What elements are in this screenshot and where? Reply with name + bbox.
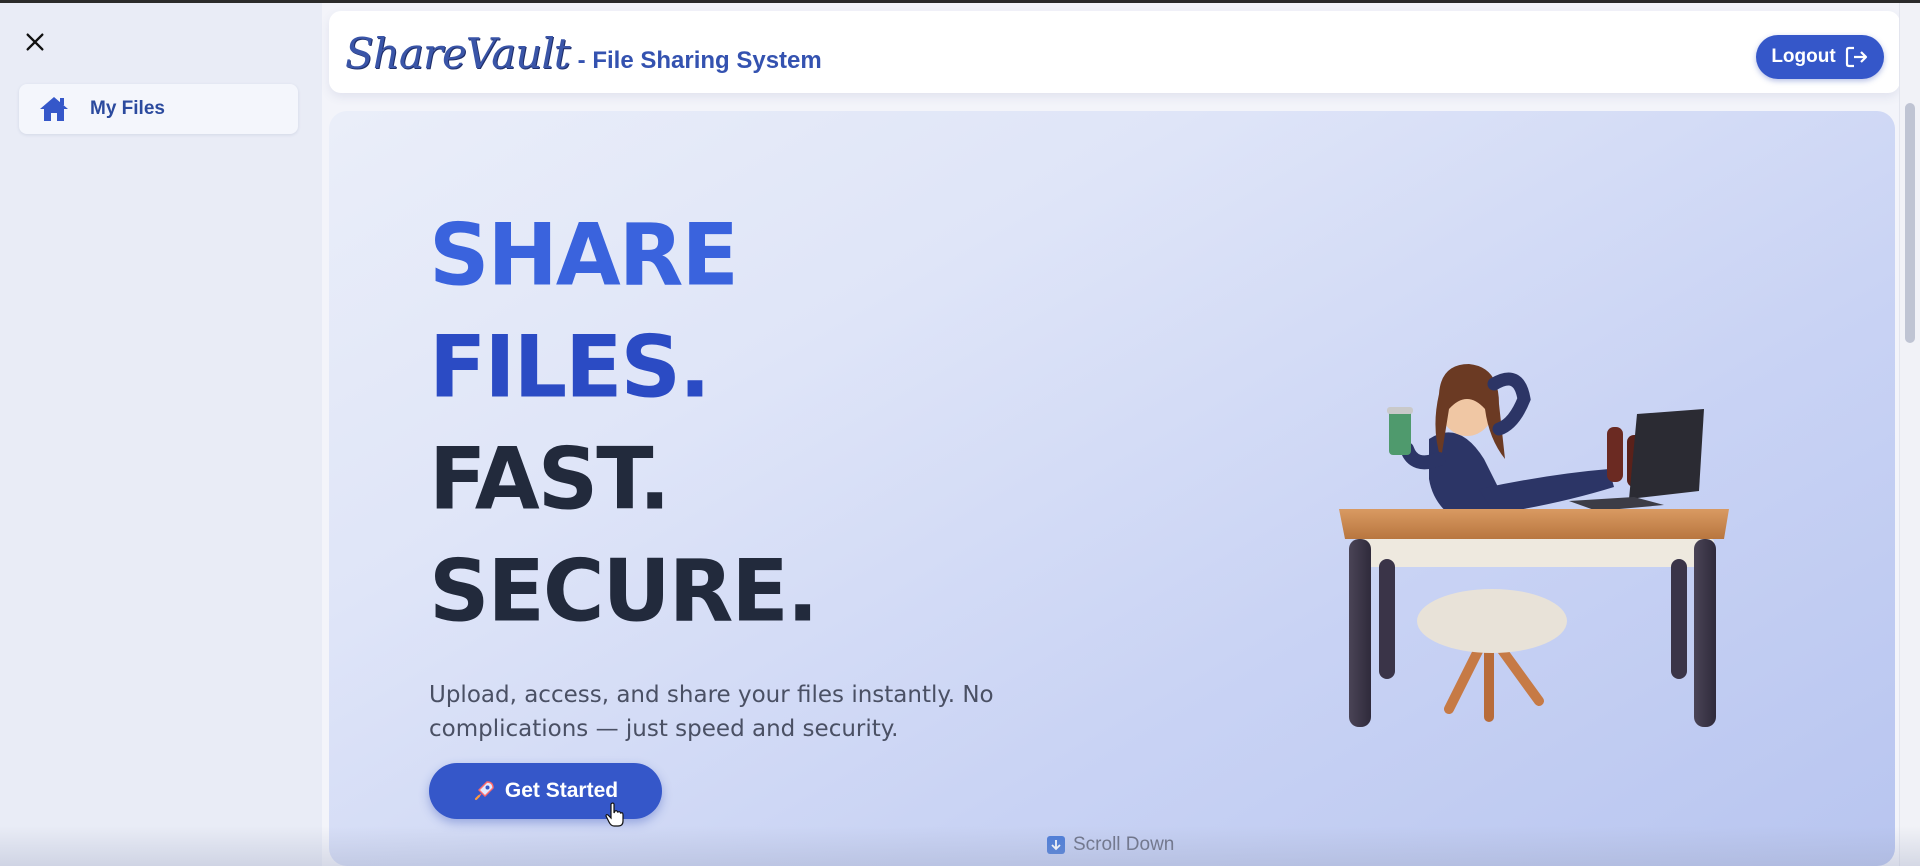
brand-logo: ShareVault (345, 29, 571, 78)
sidebar-item-label: My Files (90, 98, 165, 119)
person-at-desk-illustration (1339, 364, 1729, 727)
headline-line-2: FILES. (429, 317, 711, 417)
scroll-down-link[interactable]: Scroll Down (1047, 834, 1174, 856)
hero-section: SHARE FILES. FAST. SECURE. Upload, acces… (329, 111, 1895, 866)
sidebar: My Files (0, 3, 323, 866)
main-content: ShareVault - File Sharing System Logout … (322, 3, 1920, 866)
headline-line-1: SHARE (429, 205, 739, 305)
headline-line-3: FAST. (429, 429, 671, 529)
home-icon (38, 95, 70, 123)
brand-title: - File Sharing System (577, 47, 822, 74)
close-sidebar-button[interactable] (20, 27, 50, 57)
top-header: ShareVault - File Sharing System Logout (329, 11, 1900, 93)
hand-cursor-icon (605, 802, 624, 827)
scrollbar-thumb[interactable] (1905, 103, 1915, 343)
hero-subtext: Upload, access, and share your files ins… (429, 682, 994, 742)
page-scrollbar[interactable] (1899, 3, 1920, 866)
logout-button[interactable]: Logout (1756, 35, 1884, 79)
logout-label: Logout (1771, 46, 1836, 67)
rocket-icon (473, 780, 495, 802)
scroll-down-label: Scroll Down (1073, 834, 1175, 855)
close-icon (26, 33, 44, 51)
sidebar-item-my-files[interactable]: My Files (19, 84, 298, 134)
get-started-button[interactable]: Get Started (429, 763, 662, 819)
get-started-label: Get Started (504, 779, 619, 802)
brand: ShareVault - File Sharing System (345, 29, 822, 78)
headline-line-4: SECURE. (429, 541, 819, 641)
app-window: My Files ShareVault - File Sharing Syste… (0, 3, 1920, 866)
logout-icon (1845, 46, 1869, 68)
arrow-down-icon (1047, 836, 1065, 854)
